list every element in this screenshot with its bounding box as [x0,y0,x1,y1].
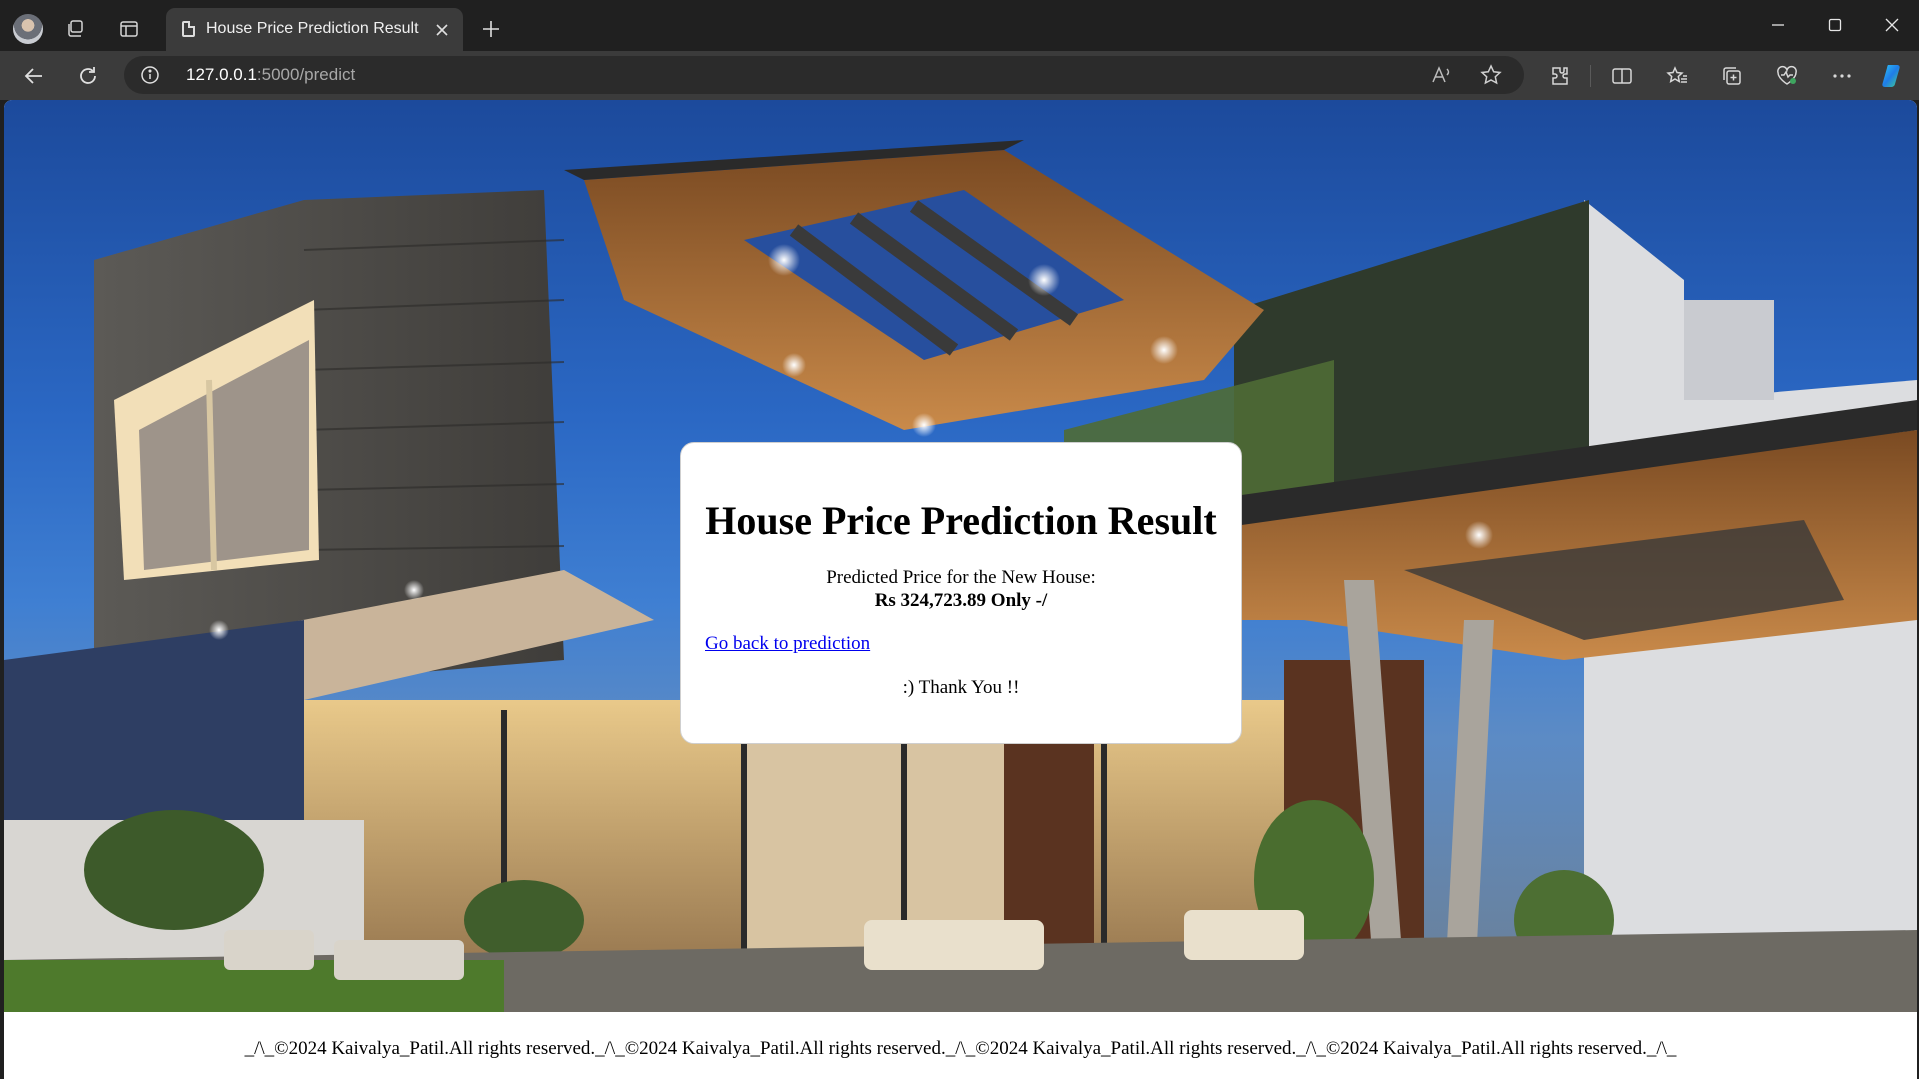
prediction-result-card: House Price Prediction Result Predicted … [680,442,1242,744]
page-footer: _/\_©2024 Kaivalya_Patil.All rights rese… [4,1012,1917,1079]
browser-essentials-icon[interactable] [1769,58,1805,94]
thank-you-text: :) Thank You !! [902,677,1020,698]
workspaces-icon[interactable] [58,12,92,46]
toolbar-divider [1590,65,1591,87]
footer-copyright: _/\_©2024 Kaivalya_Patil.All rights rese… [244,1038,1677,1059]
maximize-icon[interactable] [1812,8,1858,42]
extensions-icon[interactable] [1542,58,1578,94]
close-icon[interactable] [425,13,459,47]
tab-actions-icon[interactable] [112,12,146,46]
go-back-link[interactable]: Go back to prediction [705,633,870,655]
result-heading: House Price Prediction Result [705,498,1217,543]
plus-icon[interactable] [474,12,508,46]
favorite-star-icon[interactable] [1473,57,1509,93]
address-bar[interactable]: 127.0.0.1:5000/predict [124,56,1524,94]
tab-bar: House Price Prediction Result [0,0,1919,51]
url-path: :5000/predict [256,65,356,84]
window-close-icon[interactable] [1869,8,1915,42]
copilot-icon[interactable] [1875,58,1911,94]
back-arrow-icon[interactable] [16,58,52,94]
active-tab[interactable]: House Price Prediction Result [166,8,463,51]
house-background-image: House Price Prediction Result Predicted … [4,100,1917,1012]
page-viewport: House Price Prediction Result Predicted … [4,100,1917,1079]
minimize-icon[interactable] [1755,8,1801,42]
predicted-price-label: Predicted Price for the New House: [826,567,1096,588]
more-icon[interactable] [1824,58,1860,94]
page-icon [182,21,195,37]
collections-icon[interactable] [1714,58,1750,94]
browser-toolbar: 127.0.0.1:5000/predict [0,51,1919,100]
predicted-price-value: Rs 324,723.89 Only -/ [874,590,1048,611]
url-text[interactable]: 127.0.0.1:5000/predict [186,65,355,85]
info-icon[interactable] [140,65,160,90]
favorites-icon[interactable] [1659,58,1695,94]
split-screen-icon[interactable] [1604,58,1640,94]
profile-avatar[interactable] [13,14,43,44]
url-host: 127.0.0.1 [186,65,257,84]
read-aloud-icon[interactable] [1424,57,1460,93]
tab-title: House Price Prediction Result [206,20,419,37]
refresh-icon[interactable] [70,58,106,94]
